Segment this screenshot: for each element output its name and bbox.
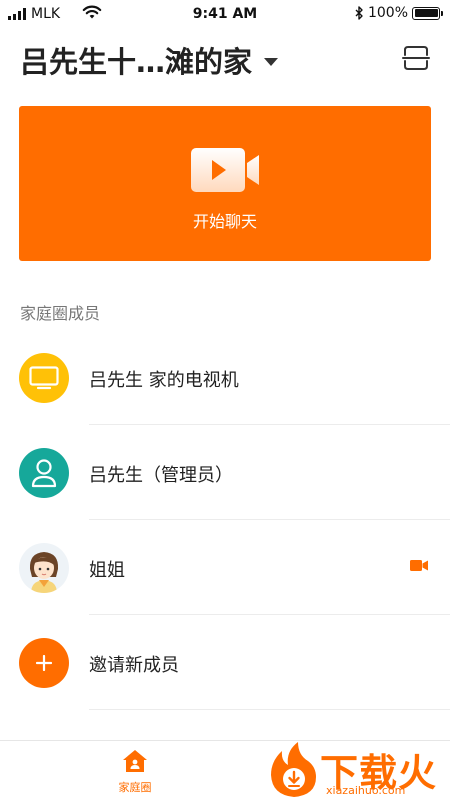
- start-chat-label: 开始聊天: [192, 212, 257, 231]
- home-selector[interactable]: 吕先生十…滩的家: [20, 38, 434, 82]
- battery-icon: [412, 6, 443, 20]
- invite-member-row[interactable]: 邀请新成员: [0, 615, 450, 710]
- invite-member-label: 邀请新成员: [89, 655, 179, 676]
- home-icon: [123, 750, 147, 772]
- bluetooth-icon: [355, 6, 363, 20]
- member-row-admin[interactable]: 吕先生（管理员）: [0, 425, 450, 520]
- members-section-title: 家庭圈成员: [20, 304, 101, 323]
- status-right: 100%: [355, 5, 443, 21]
- member-row-tv[interactable]: 吕先生 家的电视机: [0, 330, 450, 425]
- member-name: 吕先生（管理员）: [89, 465, 233, 486]
- scan-icon[interactable]: [402, 44, 430, 72]
- member-list: 吕先生 家的电视机 吕先生（管理员） 姐姐 邀请新成员: [0, 330, 450, 710]
- status-bar: MLK 9:41 AM 100%: [0, 0, 450, 30]
- watermark-logo: 下载火 xiazaihuo.com: [262, 740, 450, 800]
- person-icon: [31, 459, 57, 488]
- avatar: [19, 353, 69, 403]
- video-camera-icon: [191, 148, 259, 192]
- flame-logo-icon: [271, 742, 316, 797]
- divider: [89, 709, 450, 710]
- home-name: 吕先生十…滩的家: [20, 45, 253, 79]
- start-chat-card[interactable]: 开始聊天: [19, 106, 431, 261]
- video-call-icon[interactable]: [410, 559, 428, 572]
- tv-icon: [29, 366, 59, 390]
- member-name: 姐姐: [89, 560, 125, 581]
- avatar: [19, 638, 69, 688]
- dropdown-caret-icon: [264, 57, 279, 66]
- tab-family-circle[interactable]: 家庭圈: [105, 749, 165, 795]
- tab-label: 家庭圈: [118, 781, 152, 794]
- avatar: [19, 448, 69, 498]
- member-row-sister[interactable]: 姐姐: [0, 520, 450, 615]
- member-name: 吕先生 家的电视机: [89, 370, 239, 391]
- header: 吕先生十…滩的家: [20, 38, 434, 82]
- battery-percent: 100%: [367, 5, 408, 21]
- girl-avatar: [19, 543, 69, 593]
- plus-icon: [36, 655, 52, 671]
- watermark-subtitle: xiazaihuo.com: [326, 784, 406, 797]
